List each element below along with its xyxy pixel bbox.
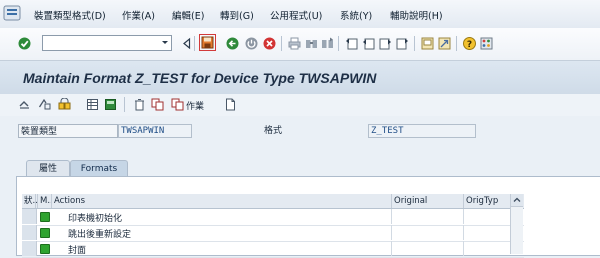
copy-icon[interactable] (151, 98, 164, 111)
row-selector[interactable] (22, 209, 37, 224)
print-icon[interactable] (288, 37, 301, 50)
exit-icon[interactable] (245, 37, 258, 50)
title-bar: Maintain Format Z_TEST for Device Type T… (0, 61, 600, 95)
original-cell[interactable] (392, 225, 464, 240)
enter-icon[interactable] (18, 37, 31, 50)
previous-page-icon[interactable] (362, 37, 375, 50)
cancel-icon[interactable] (263, 37, 276, 50)
table-scrollbar[interactable] (510, 194, 523, 254)
status-green-icon (40, 212, 50, 222)
menu-edit[interactable]: 編輯(E) (172, 8, 204, 22)
menu-action[interactable]: 作業(A) (122, 8, 155, 22)
menu-device-type-format[interactable]: 裝置類型格式(D) (34, 8, 106, 22)
menu-utilities[interactable]: 公用程式(U) (270, 8, 322, 22)
toolbar-separator (194, 36, 195, 51)
column-actions-header[interactable]: Actions (52, 194, 392, 208)
command-dropdown-icon[interactable] (160, 36, 170, 48)
first-page-icon[interactable] (345, 37, 358, 50)
toolbar-separator (456, 36, 457, 51)
original-cell[interactable] (392, 241, 464, 256)
original-cell[interactable] (392, 209, 464, 224)
chevron-up-icon (513, 197, 521, 202)
column-status-header[interactable]: 狀... (22, 194, 38, 208)
activate-icon[interactable] (58, 98, 71, 111)
standard-toolbar: ? (0, 28, 600, 61)
page-title: Maintain Format Z_TEST for Device Type T… (23, 70, 377, 86)
device-type-value: TWSAPWIN (118, 124, 192, 138)
save-icon[interactable] (201, 36, 214, 49)
column-m-header[interactable]: M... (38, 194, 52, 208)
back-icon[interactable] (226, 37, 239, 50)
shortcut-icon[interactable] (438, 37, 451, 50)
tab-attributes[interactable]: 屬性 (26, 160, 70, 176)
row-selector[interactable] (22, 225, 37, 240)
command-field[interactable] (42, 35, 172, 51)
insert-icon[interactable] (104, 98, 117, 111)
other-object-icon[interactable] (18, 98, 31, 111)
delete-icon[interactable] (133, 98, 146, 111)
status-green-icon (40, 244, 50, 254)
tab-formats[interactable]: Formats (70, 160, 128, 176)
scroll-up-button[interactable] (511, 194, 523, 207)
new-session-icon[interactable] (421, 37, 434, 50)
back-arrow-icon[interactable] (181, 37, 194, 50)
status-green-icon (40, 228, 50, 238)
menu-system[interactable]: 系統(Y) (340, 8, 372, 22)
menu-help[interactable]: 輔助說明(H) (390, 8, 443, 22)
toolbar-separator (414, 36, 415, 51)
last-page-icon[interactable] (396, 37, 409, 50)
toolbar-separator (338, 36, 339, 51)
action-text: 跳出後重新設定 (68, 230, 132, 240)
format-label: 格式 (264, 126, 283, 136)
device-type-label: 裝置類型 (18, 124, 118, 138)
application-toolbar: 作業 (0, 94, 600, 116)
find-icon[interactable] (305, 37, 318, 50)
next-page-icon[interactable] (379, 37, 392, 50)
toolbar-separator (281, 36, 282, 51)
table-row[interactable]: 印表機初始化 (22, 209, 524, 226)
help-icon[interactable]: ? (463, 37, 476, 50)
work-button-label[interactable]: 作業 (186, 99, 204, 112)
work-icon[interactable] (171, 98, 184, 111)
column-original-header[interactable]: Original (392, 194, 464, 208)
sap-menu-icon[interactable] (3, 5, 21, 21)
menu-goto[interactable]: 轉到(G) (220, 8, 254, 22)
table-row[interactable]: 跳出後重新設定 (22, 225, 524, 242)
display-change-icon[interactable] (38, 98, 51, 111)
menu-bar: 裝置類型格式(D) 作業(A) 編輯(E) 轉到(G) 公用程式(U) 系統(Y… (0, 0, 600, 29)
select-all-icon[interactable] (86, 98, 99, 111)
new-icon[interactable] (224, 98, 237, 111)
find-next-icon[interactable] (321, 37, 334, 50)
action-text: 印表機初始化 (68, 214, 123, 224)
svg-text:?: ? (467, 40, 472, 50)
table-header: 狀... M... Actions Original OrigTyp (22, 194, 524, 209)
actions-cell[interactable] (52, 241, 392, 256)
row-selector[interactable] (22, 241, 37, 256)
toolbar-separator (124, 97, 125, 112)
format-value: Z_TEST (368, 124, 476, 138)
layout-icon[interactable] (480, 37, 493, 50)
